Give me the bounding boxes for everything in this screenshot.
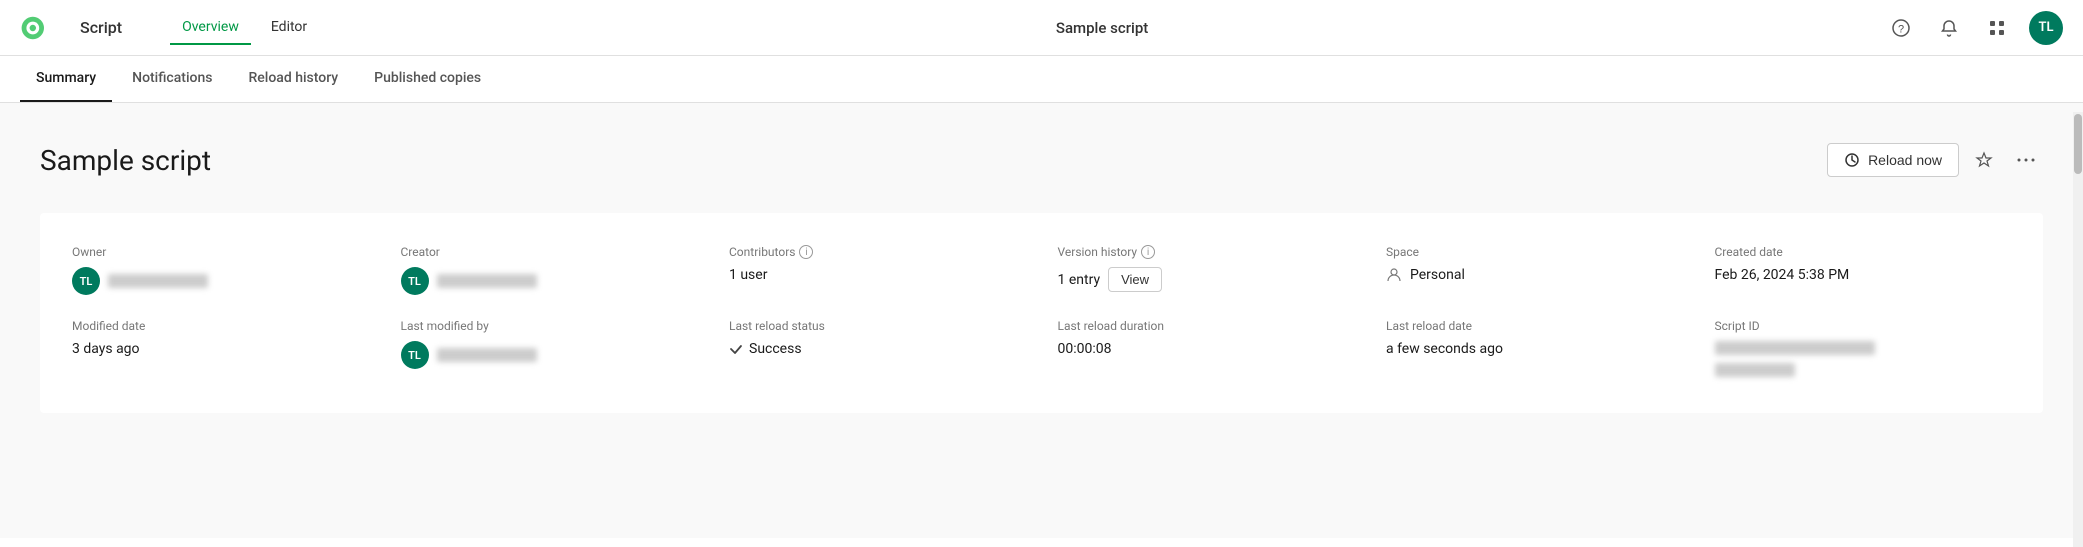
meta-creator: Creator TL xyxy=(401,245,698,295)
nav-link-editor[interactable]: Editor xyxy=(259,11,319,45)
scrollbar-thumb[interactable] xyxy=(2074,114,2082,174)
help-button[interactable]: ? xyxy=(1885,12,1917,44)
contributors-info-icon: i xyxy=(799,245,813,259)
creator-label: Creator xyxy=(401,245,698,259)
check-icon xyxy=(729,342,743,356)
creator-name-blurred xyxy=(437,274,537,288)
modified-date-label: Modified date xyxy=(72,319,369,333)
tab-summary[interactable]: Summary xyxy=(20,56,112,102)
favorite-button[interactable] xyxy=(1967,143,2001,177)
version-history-label: Version history i xyxy=(1058,245,1355,259)
last-reload-date-label: Last reload date xyxy=(1386,319,1683,333)
nav-link-overview[interactable]: Overview xyxy=(170,11,251,45)
more-options-button[interactable] xyxy=(2009,143,2043,177)
version-history-view-button[interactable]: View xyxy=(1108,267,1162,292)
last-modified-avatar: TL xyxy=(401,341,429,369)
modified-date-value: 3 days ago xyxy=(72,341,369,357)
grid-menu-button[interactable] xyxy=(1981,12,2013,44)
owner-name-blurred xyxy=(108,274,208,288)
ellipsis-icon xyxy=(2017,158,2035,162)
last-reload-date-value: a few seconds ago xyxy=(1386,341,1683,357)
meta-modified-date: Modified date 3 days ago xyxy=(72,319,369,381)
content-header: Sample script Reload now xyxy=(40,143,2043,177)
tab-reload-history[interactable]: Reload history xyxy=(232,56,354,102)
notifications-bell-button[interactable] xyxy=(1933,12,1965,44)
creator-avatar: TL xyxy=(401,267,429,295)
script-title: Sample script xyxy=(40,144,211,177)
script-id-blurred-small xyxy=(1715,363,1795,377)
meta-created-date: Created date Feb 26, 2024 5:38 PM xyxy=(1715,245,2012,295)
header-actions: Reload now xyxy=(1827,143,2043,177)
person-icon xyxy=(1386,267,1402,283)
creator-value: TL xyxy=(401,267,698,295)
scrollbar[interactable] xyxy=(2073,112,2083,547)
space-value: Personal xyxy=(1386,267,1683,283)
script-id-value xyxy=(1715,341,2012,381)
last-modified-by-value: TL xyxy=(401,341,698,369)
main-content: Sample script Reload now xyxy=(0,103,2083,538)
star-icon xyxy=(1975,151,1993,169)
last-reload-duration-value: 00:00:08 xyxy=(1058,341,1355,357)
tab-notifications[interactable]: Notifications xyxy=(116,56,228,102)
svg-text:?: ? xyxy=(1898,23,1904,35)
grid-icon xyxy=(1988,19,2006,37)
space-label: Space xyxy=(1386,245,1683,259)
last-modified-name-blurred xyxy=(437,348,537,362)
meta-last-modified-by: Last modified by TL xyxy=(401,319,698,381)
last-modified-by-label: Last modified by xyxy=(401,319,698,333)
owner-avatar: TL xyxy=(72,267,100,295)
qlik-logo xyxy=(20,12,68,44)
reload-icon xyxy=(1844,152,1860,168)
last-reload-duration-label: Last reload duration xyxy=(1058,319,1355,333)
top-right-actions: ? TL xyxy=(1885,11,2063,45)
top-nav-links: Overview Editor xyxy=(170,11,319,45)
created-date-value: Feb 26, 2024 5:38 PM xyxy=(1715,267,2012,283)
script-id-blurred xyxy=(1715,341,1875,355)
meta-space: Space Personal xyxy=(1386,245,1683,295)
section-title: Script xyxy=(80,18,122,37)
contributors-value: 1 user xyxy=(729,267,1026,283)
owner-value: TL xyxy=(72,267,369,295)
page-title: Sample script xyxy=(319,19,1885,37)
contributors-label: Contributors i xyxy=(729,245,1026,259)
meta-last-reload-status: Last reload status Success xyxy=(729,319,1026,381)
owner-label: Owner xyxy=(72,245,369,259)
metadata-grid: Owner TL Creator TL Contributors i 1 use… xyxy=(40,213,2043,413)
version-history-info-icon: i xyxy=(1141,245,1155,259)
logo-area: Script xyxy=(20,12,146,44)
bell-icon xyxy=(1940,19,1958,37)
script-id-label: Script ID xyxy=(1715,319,2012,333)
reload-now-button[interactable]: Reload now xyxy=(1827,143,1959,177)
meta-last-reload-duration: Last reload duration 00:00:08 xyxy=(1058,319,1355,381)
sub-nav: Summary Notifications Reload history Pub… xyxy=(0,56,2083,103)
created-date-label: Created date xyxy=(1715,245,2012,259)
last-reload-status-value: Success xyxy=(729,341,1026,357)
meta-last-reload-date: Last reload date a few seconds ago xyxy=(1386,319,1683,381)
meta-contributors: Contributors i 1 user xyxy=(729,245,1026,295)
help-icon: ? xyxy=(1892,19,1910,37)
user-avatar[interactable]: TL xyxy=(2029,11,2063,45)
last-reload-status-label: Last reload status xyxy=(729,319,1026,333)
meta-version-history: Version history i 1 entry View xyxy=(1058,245,1355,295)
tab-published-copies[interactable]: Published copies xyxy=(358,56,497,102)
meta-owner: Owner TL xyxy=(72,245,369,295)
top-nav: Script Overview Editor Sample script ? xyxy=(0,0,2083,56)
version-history-value: 1 entry View xyxy=(1058,267,1355,292)
meta-script-id: Script ID xyxy=(1715,319,2012,381)
